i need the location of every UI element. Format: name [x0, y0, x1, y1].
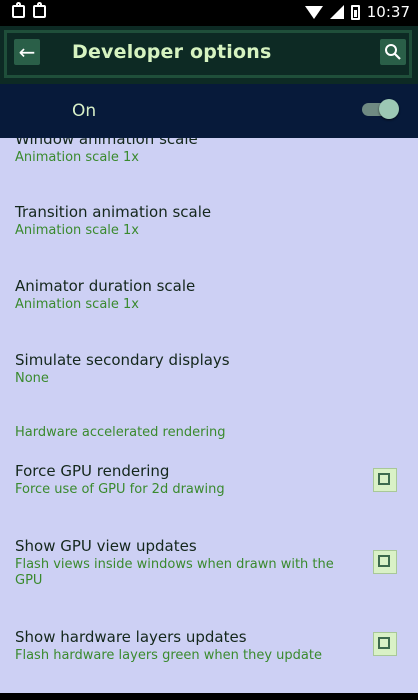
setting-animator-duration-scale[interactable]: Animator duration scale Animation scale … — [15, 277, 195, 313]
setting-title: Force GPU rendering — [15, 462, 170, 480]
setting-title: Simulate secondary displays — [15, 351, 230, 369]
switch-thumb — [379, 99, 399, 119]
status-right: 10:37 — [304, 3, 410, 21]
notification-icons — [12, 2, 46, 18]
battery-icon — [350, 4, 360, 20]
force-gpu-rendering-checkbox[interactable] — [373, 468, 397, 492]
status-time: 10:37 — [366, 3, 410, 21]
setting-transition-animation-scale[interactable]: Transition animation scale Animation sca… — [15, 203, 211, 239]
setting-show-hardware-layers-updates[interactable]: Show hardware layers updates Flash hardw… — [15, 628, 345, 664]
setting-summary: None — [15, 371, 49, 386]
setting-simulate-secondary-displays[interactable]: Simulate secondary displays None — [15, 351, 230, 387]
shopping-bag-icon — [33, 2, 46, 18]
briefcase-icon — [12, 2, 25, 18]
setting-summary: Animation scale 1x — [15, 297, 140, 312]
setting-summary: Flash views inside windows when drawn wi… — [15, 557, 334, 588]
master-switch-bar[interactable]: On — [0, 84, 418, 138]
setting-summary: Flash hardware layers green when they up… — [15, 648, 322, 663]
setting-force-gpu-rendering[interactable]: Force GPU rendering Force use of GPU for… — [15, 462, 345, 498]
signal-icon — [329, 5, 344, 19]
setting-summary: Force use of GPU for 2d drawing — [15, 482, 225, 497]
setting-show-gpu-view-updates[interactable]: Show GPU view updates Flash views inside… — [15, 537, 345, 589]
setting-title: Show GPU view updates — [15, 537, 197, 555]
page-title: Developer options — [72, 41, 272, 63]
show-hardware-layers-updates-checkbox[interactable] — [373, 632, 397, 656]
master-switch-label: On — [72, 101, 97, 121]
setting-window-animation-scale[interactable]: Window animation scale Animation scale 1… — [15, 138, 198, 166]
settings-list[interactable]: Window animation scale Animation scale 1… — [0, 138, 418, 693]
setting-title: Window animation scale — [15, 138, 198, 148]
setting-title: Show hardware layers updates — [15, 628, 247, 646]
setting-summary: Animation scale 1x — [15, 150, 140, 165]
master-switch-toggle[interactable] — [362, 99, 399, 119]
search-button[interactable] — [380, 39, 406, 65]
setting-title: Transition animation scale — [15, 203, 212, 221]
status-bar: 10:37 — [0, 0, 418, 26]
section-header-hardware-rendering: Hardware accelerated rendering — [15, 425, 226, 440]
wifi-icon — [304, 5, 323, 19]
search-icon — [385, 44, 401, 60]
arrow-back-icon: ← — [18, 40, 36, 64]
setting-title: Animator duration scale — [15, 277, 196, 295]
back-button[interactable]: ← — [14, 39, 40, 65]
show-gpu-view-updates-checkbox[interactable] — [373, 550, 397, 574]
navigation-bar — [0, 693, 418, 700]
setting-summary: Animation scale 1x — [15, 223, 140, 238]
